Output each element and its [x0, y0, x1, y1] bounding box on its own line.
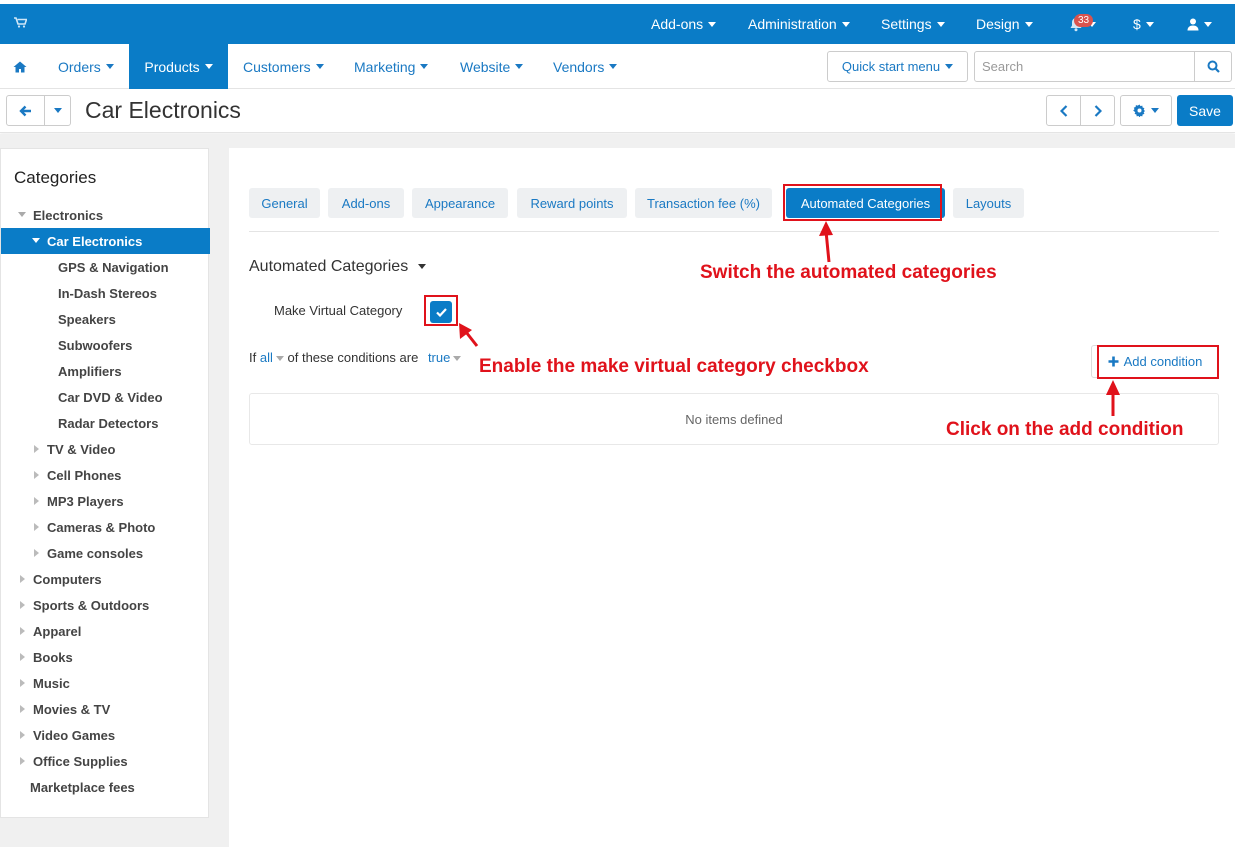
nav-products[interactable]: Products [129, 44, 228, 89]
home-button[interactable] [0, 44, 40, 89]
categories-sidebar: Categories Electronics Car Electronics G… [0, 148, 210, 818]
tab-addons[interactable]: Add-ons [328, 188, 404, 218]
sidebar-item-music[interactable]: Music [1, 670, 210, 696]
annotation-text-3: Click on the add condition [946, 419, 1184, 440]
nav-vendors[interactable]: Vendors [553, 44, 618, 89]
conditions-sentence: If all of these conditions are true [249, 350, 462, 365]
sidebar-item-speakers[interactable]: Speakers [1, 306, 210, 332]
sidebar-item-car-electronics[interactable]: Car Electronics [1, 228, 210, 254]
save-button[interactable]: Save [1177, 95, 1233, 126]
nav-orders[interactable]: Orders [58, 44, 114, 89]
sidebar-item-in-dash-stereos[interactable]: In-Dash Stereos [1, 280, 210, 306]
topnav-settings[interactable]: Settings [881, 4, 945, 44]
search-button[interactable] [1194, 51, 1232, 82]
sidebar-item-mp3-players[interactable]: MP3 Players [1, 488, 210, 514]
annotation-text-2: Enable the make virtual category checkbo… [479, 356, 869, 377]
sidebar-item-books[interactable]: Books [1, 644, 210, 670]
annotation-box-add-condition [1097, 345, 1219, 379]
back-dropdown-button[interactable] [44, 95, 71, 126]
prev-button[interactable] [1046, 95, 1081, 126]
sidebar-item-amplifiers[interactable]: Amplifiers [1, 358, 210, 384]
chevron-right-icon [1094, 104, 1102, 117]
sidebar-item-sports-outdoors[interactable]: Sports & Outdoors [1, 592, 210, 618]
topnav-design[interactable]: Design [976, 4, 1033, 44]
nav-customers[interactable]: Customers [243, 44, 324, 89]
tab-reward-points[interactable]: Reward points [517, 188, 627, 218]
sidebar-item-office-supplies[interactable]: Office Supplies [1, 748, 210, 774]
gear-icon [1133, 104, 1145, 117]
topnav-addons[interactable]: Add-ons [651, 4, 717, 44]
annotation-box-automated-tab [783, 184, 942, 221]
annotation-box-checkbox [424, 295, 458, 326]
tab-general[interactable]: General [249, 188, 320, 218]
sidebar-item-gps-navigation[interactable]: GPS & Navigation [1, 254, 210, 280]
currency-dropdown[interactable]: $ [1133, 4, 1154, 44]
make-virtual-category-label: Make Virtual Category [274, 303, 403, 318]
arrow-left-icon [19, 105, 31, 116]
user-menu[interactable] [1187, 4, 1212, 44]
tab-appearance[interactable]: Appearance [412, 188, 508, 218]
notifications-badge: 33 [1074, 14, 1094, 27]
tab-transaction-fee[interactable]: Transaction fee (%) [635, 188, 772, 218]
annotation-text-1: Switch the automated categories [700, 262, 997, 283]
chevron-left-icon [1059, 104, 1067, 117]
tab-layouts[interactable]: Layouts [953, 188, 1024, 218]
sidebar-item-cell-phones[interactable]: Cell Phones [1, 462, 210, 488]
sidebar-item-game-consoles[interactable]: Game consoles [1, 540, 210, 566]
topnav-administration[interactable]: Administration [748, 4, 850, 44]
cart-icon[interactable] [14, 16, 28, 31]
conditions-true-dropdown[interactable]: true [428, 350, 462, 365]
search-input[interactable] [974, 51, 1195, 82]
sidebar-item-subwoofers[interactable]: Subwoofers [1, 332, 210, 358]
sidebar-item-marketplace-fees[interactable]: Marketplace fees [1, 774, 210, 800]
home-icon [13, 61, 27, 72]
page-title: Car Electronics [85, 97, 241, 123]
next-button[interactable] [1080, 95, 1115, 126]
nav-website[interactable]: Website [460, 44, 524, 89]
settings-dropdown-button[interactable] [1120, 95, 1172, 126]
sidebar-item-cameras-photo[interactable]: Cameras & Photo [1, 514, 210, 540]
sidebar-item-apparel[interactable]: Apparel [1, 618, 210, 644]
sidebar-item-radar-detectors[interactable]: Radar Detectors [1, 410, 210, 436]
sidebar-item-electronics[interactable]: Electronics [1, 202, 210, 228]
back-button[interactable] [6, 95, 45, 126]
sidebar-item-computers[interactable]: Computers [1, 566, 210, 592]
search-icon [1207, 60, 1220, 73]
main-content: General Add-ons Appearance Reward points… [229, 148, 1235, 847]
sidebar-item-tv-video[interactable]: TV & Video [1, 436, 210, 462]
conditions-all-dropdown[interactable]: all [260, 350, 284, 365]
tabs-divider [249, 231, 1219, 232]
section-title[interactable]: Automated Categories [249, 258, 427, 276]
sidebar-item-movies-tv[interactable]: Movies & TV [1, 696, 210, 722]
sidebar-title: Categories [14, 168, 97, 187]
user-icon [1187, 18, 1199, 30]
quick-start-menu[interactable]: Quick start menu [827, 51, 968, 82]
top-bar: Add-ons Administration Settings Design 3… [0, 4, 1235, 44]
nav-marketing[interactable]: Marketing [354, 44, 429, 89]
sidebar-item-video-games[interactable]: Video Games [1, 722, 210, 748]
sidebar-item-car-dvd-video[interactable]: Car DVD & Video [1, 384, 210, 410]
main-nav: Orders Products Customers Marketing Webs… [0, 44, 1235, 89]
page-header: Car Electronics Save [0, 89, 1235, 133]
